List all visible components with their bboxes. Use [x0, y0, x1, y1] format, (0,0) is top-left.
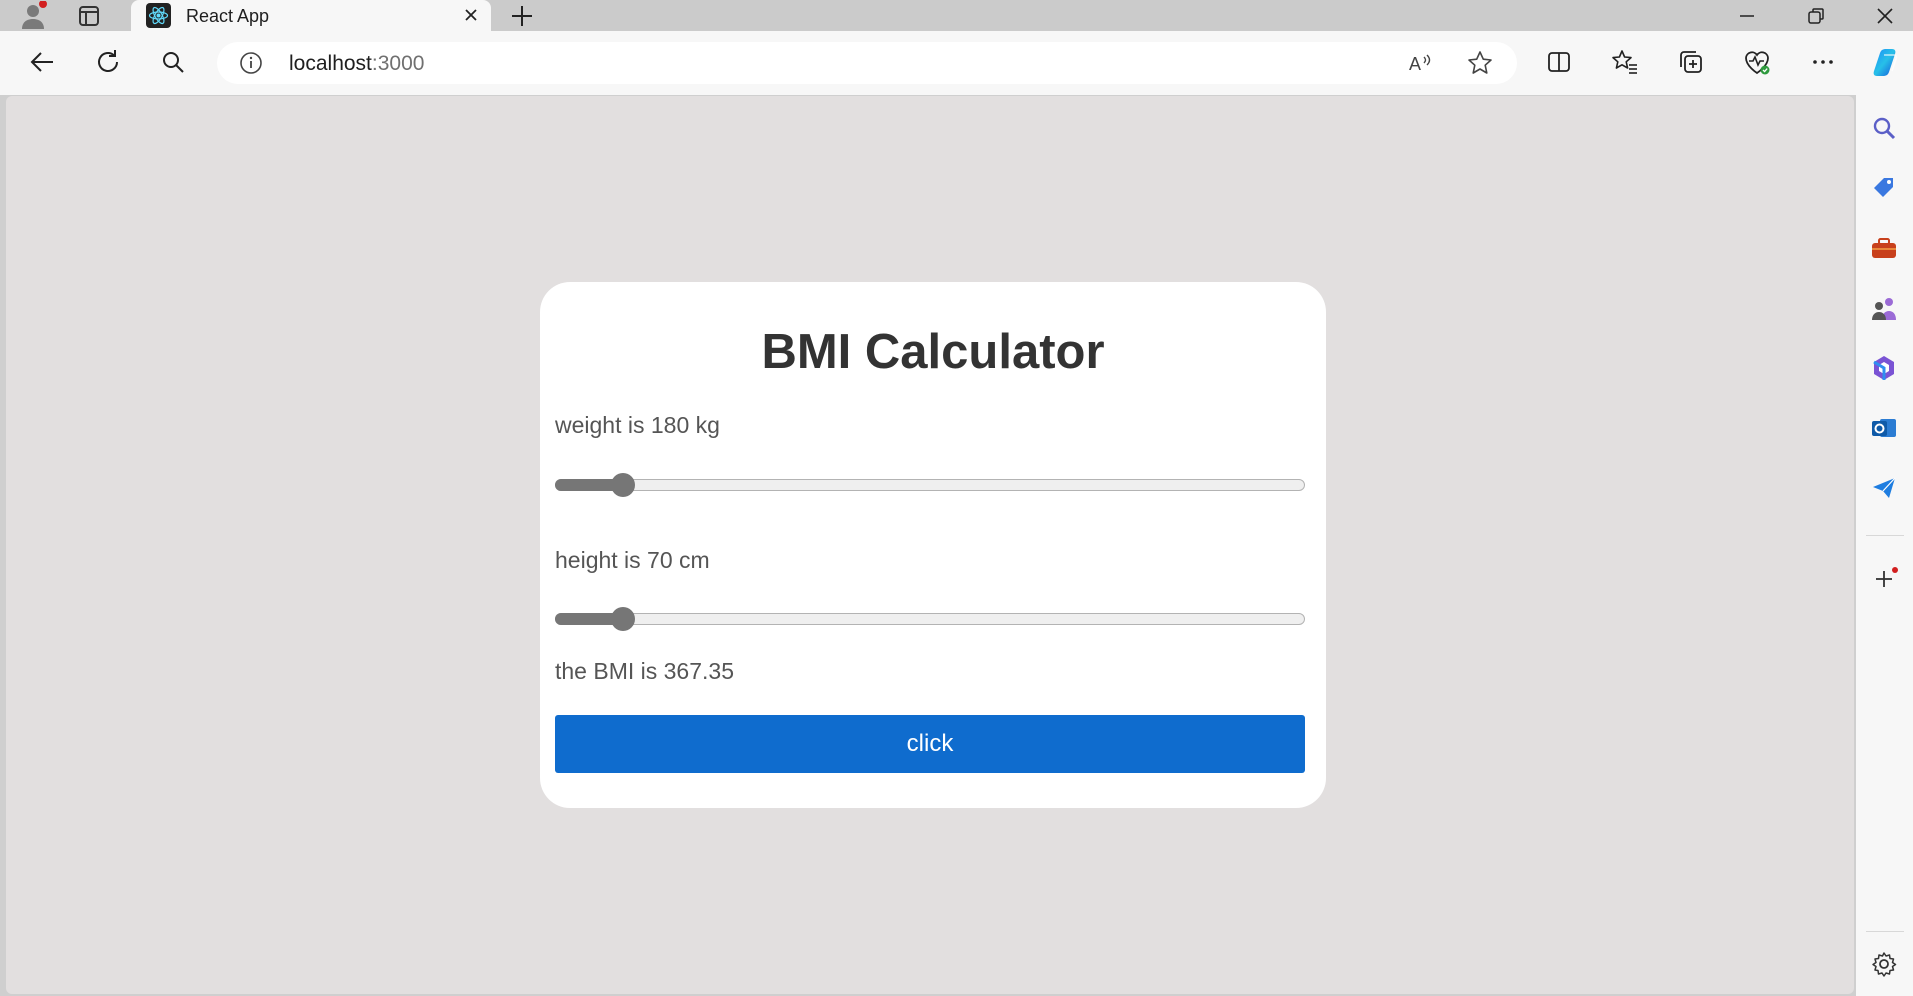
- calculate-button[interactable]: click: [555, 715, 1305, 773]
- minimize-icon[interactable]: [1717, 0, 1777, 31]
- close-window-icon[interactable]: [1855, 0, 1913, 31]
- tools-icon[interactable]: [1869, 233, 1899, 263]
- back-icon[interactable]: [24, 44, 60, 80]
- url-text: localhost:3000: [289, 52, 425, 75]
- height-label: height is 70 cm: [555, 547, 710, 573]
- read-aloud-icon[interactable]: A: [1405, 48, 1435, 78]
- shopping-tag-icon[interactable]: [1869, 173, 1899, 203]
- refresh-icon[interactable]: [90, 44, 126, 80]
- search-icon[interactable]: [155, 44, 191, 80]
- favorites-icon[interactable]: [1607, 44, 1643, 80]
- add-icon[interactable]: [1869, 564, 1899, 594]
- split-screen-icon[interactable]: [1541, 44, 1577, 80]
- more-icon[interactable]: [1805, 44, 1841, 80]
- bmi-card: BMI Calculator weight is 180 kg height i…: [540, 282, 1326, 808]
- favorite-star-icon[interactable]: [1465, 48, 1495, 78]
- weight-slider[interactable]: [555, 471, 1305, 499]
- weight-slider-thumb[interactable]: [610, 473, 635, 497]
- games-icon[interactable]: [1869, 293, 1899, 323]
- react-favicon-icon: [146, 3, 171, 28]
- page-viewport: BMI Calculator weight is 180 kg height i…: [6, 96, 1854, 994]
- sidebar-divider-bottom: [1866, 931, 1904, 932]
- copilot-icon[interactable]: [1869, 44, 1905, 80]
- height-slider-track: [555, 613, 1305, 625]
- send-icon[interactable]: [1869, 473, 1899, 503]
- browser-toolbar: localhost:3000 A: [0, 31, 1913, 95]
- svg-text:A: A: [1409, 54, 1421, 74]
- search-icon[interactable]: [1869, 113, 1899, 143]
- profile-icon[interactable]: [13, 0, 53, 31]
- close-tab-icon[interactable]: [461, 5, 481, 25]
- new-tab-icon[interactable]: [507, 2, 537, 30]
- weight-label: weight is 180 kg: [555, 412, 720, 438]
- collections-icon[interactable]: [1673, 44, 1709, 80]
- info-icon[interactable]: [239, 51, 263, 75]
- height-slider-thumb[interactable]: [610, 607, 635, 631]
- microsoft-365-icon[interactable]: [1869, 353, 1899, 383]
- weight-slider-track: [555, 479, 1305, 491]
- browser-essentials-icon[interactable]: [1739, 44, 1775, 80]
- active-tab[interactable]: React App: [131, 0, 491, 31]
- outlook-icon[interactable]: [1869, 413, 1899, 443]
- tab-strip: React App: [0, 0, 1913, 31]
- bmi-result: the BMI is 367.35: [555, 658, 734, 684]
- page-title: BMI Calculator: [761, 325, 1105, 379]
- address-bar[interactable]: localhost:3000 A: [217, 42, 1517, 84]
- edge-sidebar: [1856, 95, 1913, 996]
- height-slider[interactable]: [555, 605, 1305, 633]
- settings-icon[interactable]: [1869, 949, 1899, 979]
- tab-actions-icon[interactable]: [69, 0, 109, 31]
- restore-icon[interactable]: [1786, 0, 1846, 31]
- tab-title: React App: [186, 6, 270, 26]
- sidebar-divider: [1866, 535, 1904, 536]
